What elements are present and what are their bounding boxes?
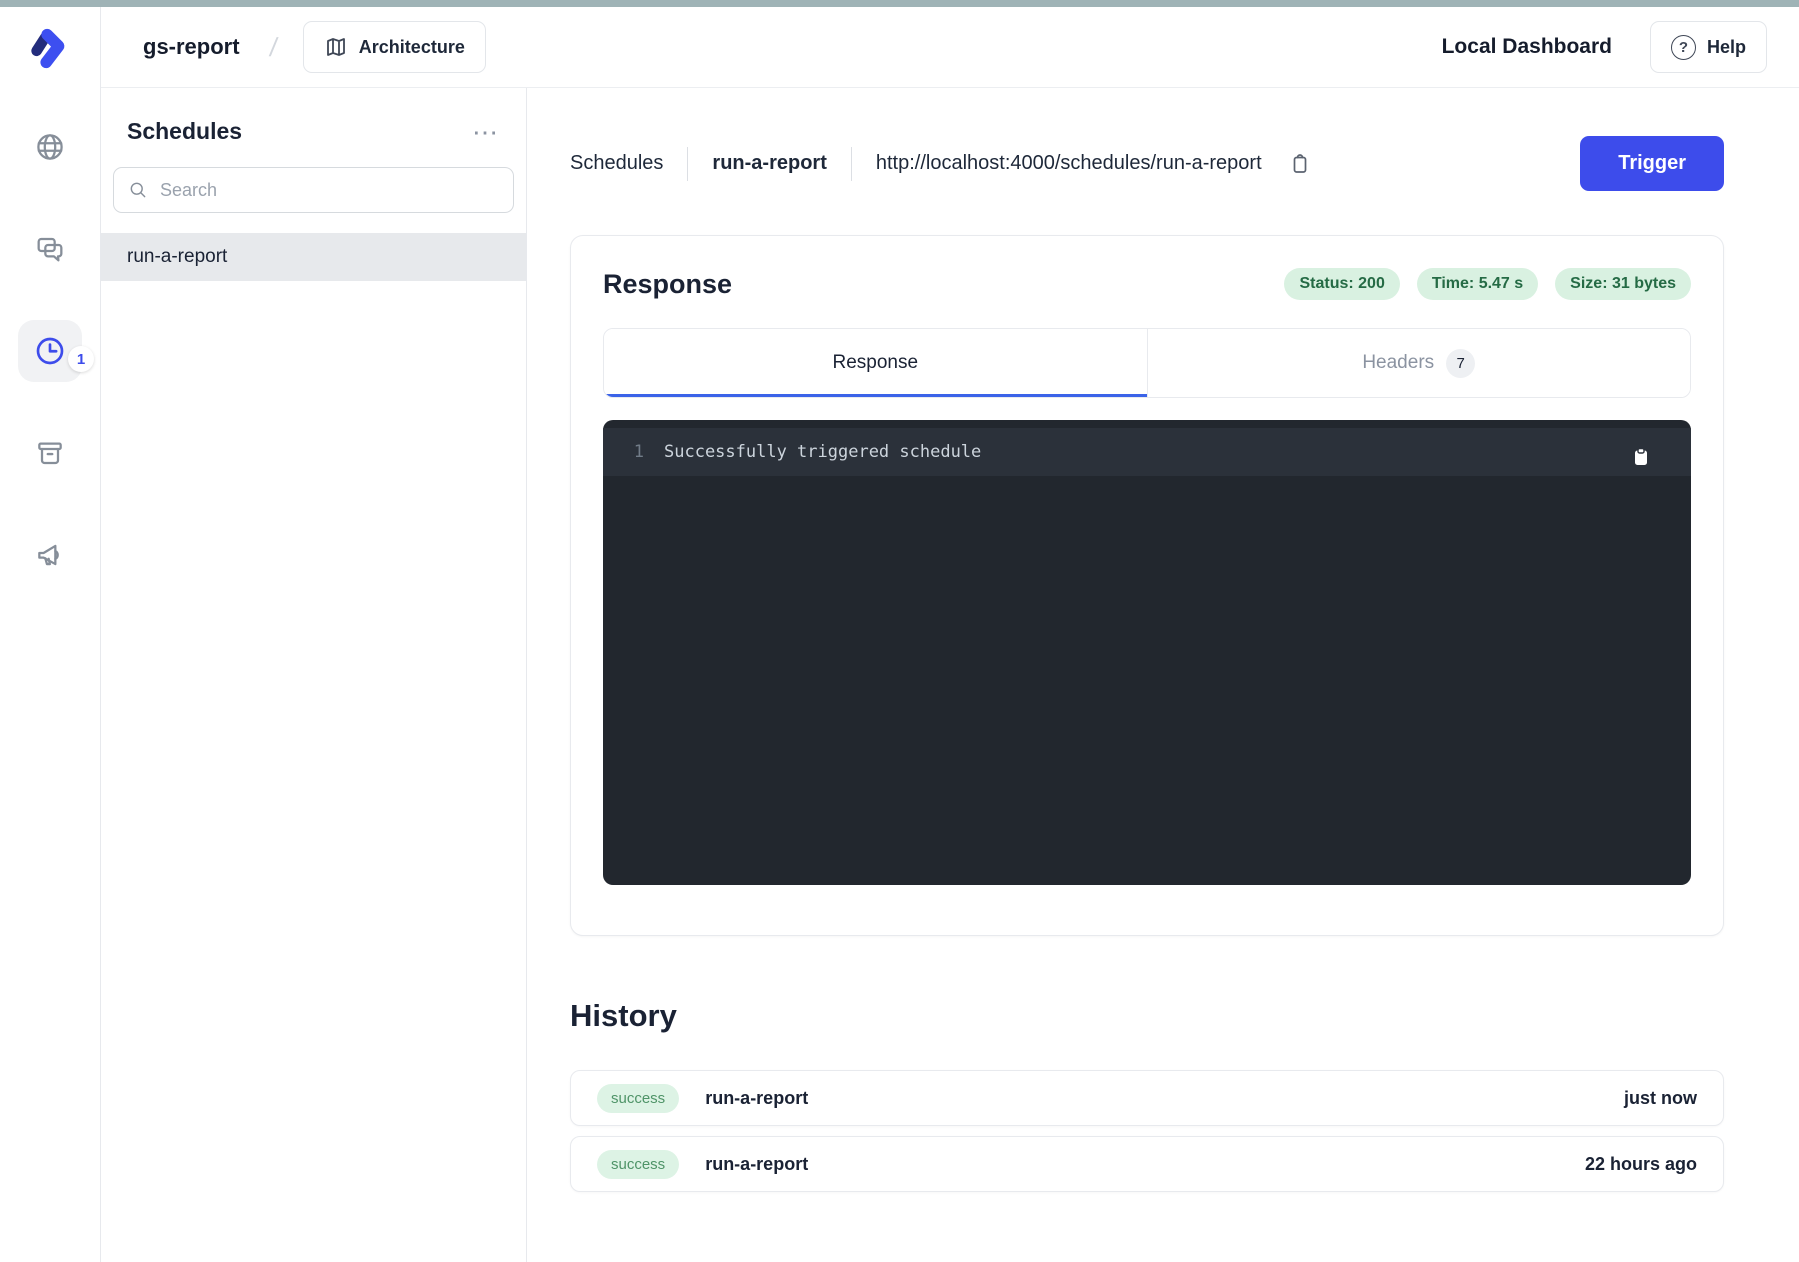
code-line: 1 Successfully triggered schedule (603, 428, 1691, 476)
schedules-count-badge: 1 (68, 346, 94, 372)
copy-response-button[interactable] (1629, 444, 1653, 468)
panel-overflow-menu-icon[interactable]: ⋯ (472, 127, 500, 137)
history-timestamp: just now (1624, 1088, 1697, 1109)
panel-title: Schedules (127, 118, 242, 145)
app-title: gs-report (143, 34, 240, 60)
copy-url-button[interactable] (1288, 152, 1312, 176)
schedule-url: http://localhost:4000/schedules/run-a-re… (876, 152, 1262, 175)
response-card-title: Response (603, 269, 732, 300)
response-body-code: 1 Successfully triggered schedule (603, 420, 1691, 885)
trigger-button[interactable]: Trigger (1580, 136, 1724, 191)
history-schedule-name: run-a-report (705, 1088, 808, 1109)
app-logo[interactable] (0, 7, 100, 88)
history-row[interactable]: success run-a-report just now (570, 1070, 1724, 1126)
tab-response-label: Response (832, 352, 918, 374)
tab-headers-label: Headers (1362, 352, 1434, 374)
icon-rail: 1 (0, 7, 101, 1262)
response-body-text: Successfully triggered schedule (664, 442, 981, 462)
history-list: success run-a-report just now success ru… (570, 1070, 1724, 1192)
response-card: Response Status: 200 Time: 5.47 s Size: … (570, 235, 1724, 936)
top-accent-strip (0, 0, 1799, 7)
archive-icon (34, 437, 66, 469)
sidebar-item-traces[interactable] (18, 218, 82, 280)
history-title: History (570, 998, 1724, 1034)
architecture-button[interactable]: Architecture (303, 21, 486, 73)
detail-header: Schedules run-a-report http://localhost:… (570, 136, 1724, 191)
sidebar-item-api-explorer[interactable] (18, 116, 82, 178)
copy-icon (1629, 444, 1653, 468)
map-icon (324, 35, 348, 59)
help-icon: ? (1671, 35, 1696, 60)
size-badge: Size: 31 bytes (1555, 268, 1691, 300)
clipboard-icon (1288, 152, 1312, 176)
response-tabbar: Response Headers 7 (603, 328, 1691, 398)
tab-headers[interactable]: Headers 7 (1147, 329, 1691, 397)
breadcrumb: Schedules run-a-report http://localhost:… (570, 147, 1312, 181)
encore-logo-icon (27, 25, 73, 71)
line-number: 1 (616, 442, 644, 462)
time-badge: Time: 5.47 s (1417, 268, 1538, 300)
divider (687, 147, 688, 181)
help-button[interactable]: ? Help (1650, 21, 1767, 73)
schedule-list-item[interactable]: run-a-report (101, 233, 526, 281)
clock-icon (34, 335, 66, 367)
top-header: gs-report / Architecture Local Dashboard… (101, 7, 1799, 88)
search-input[interactable] (113, 167, 514, 213)
main-content: Schedules run-a-report http://localhost:… (527, 88, 1799, 1262)
history-row[interactable]: success run-a-report 22 hours ago (570, 1136, 1724, 1192)
tab-response[interactable]: Response (604, 329, 1147, 397)
sidebar-item-storage[interactable] (18, 422, 82, 484)
search-icon (128, 180, 148, 200)
breadcrumb-section: Schedules (570, 152, 663, 175)
status-badge: Status: 200 (1284, 268, 1399, 300)
globe-icon (34, 131, 66, 163)
history-timestamp: 22 hours ago (1585, 1154, 1697, 1175)
sidebar-item-announcements[interactable] (18, 524, 82, 586)
local-dashboard-label: Local Dashboard (1442, 35, 1612, 59)
headers-count-badge: 7 (1446, 349, 1475, 378)
status-success-badge: success (597, 1084, 679, 1113)
architecture-button-label: Architecture (359, 37, 465, 58)
history-schedule-name: run-a-report (705, 1154, 808, 1175)
schedules-panel: Schedules ⋯ run-a-report (101, 88, 527, 1262)
megaphone-icon (34, 539, 66, 571)
divider (851, 147, 852, 181)
breadcrumb-schedule-name: run-a-report (712, 152, 826, 175)
sidebar-item-schedules[interactable]: 1 (18, 320, 82, 382)
breadcrumb-slash: / (267, 32, 279, 63)
app-window: 1 gs-report / (0, 7, 1799, 1262)
help-button-label: Help (1707, 37, 1746, 58)
chat-icon (34, 233, 66, 265)
status-success-badge: success (597, 1150, 679, 1179)
